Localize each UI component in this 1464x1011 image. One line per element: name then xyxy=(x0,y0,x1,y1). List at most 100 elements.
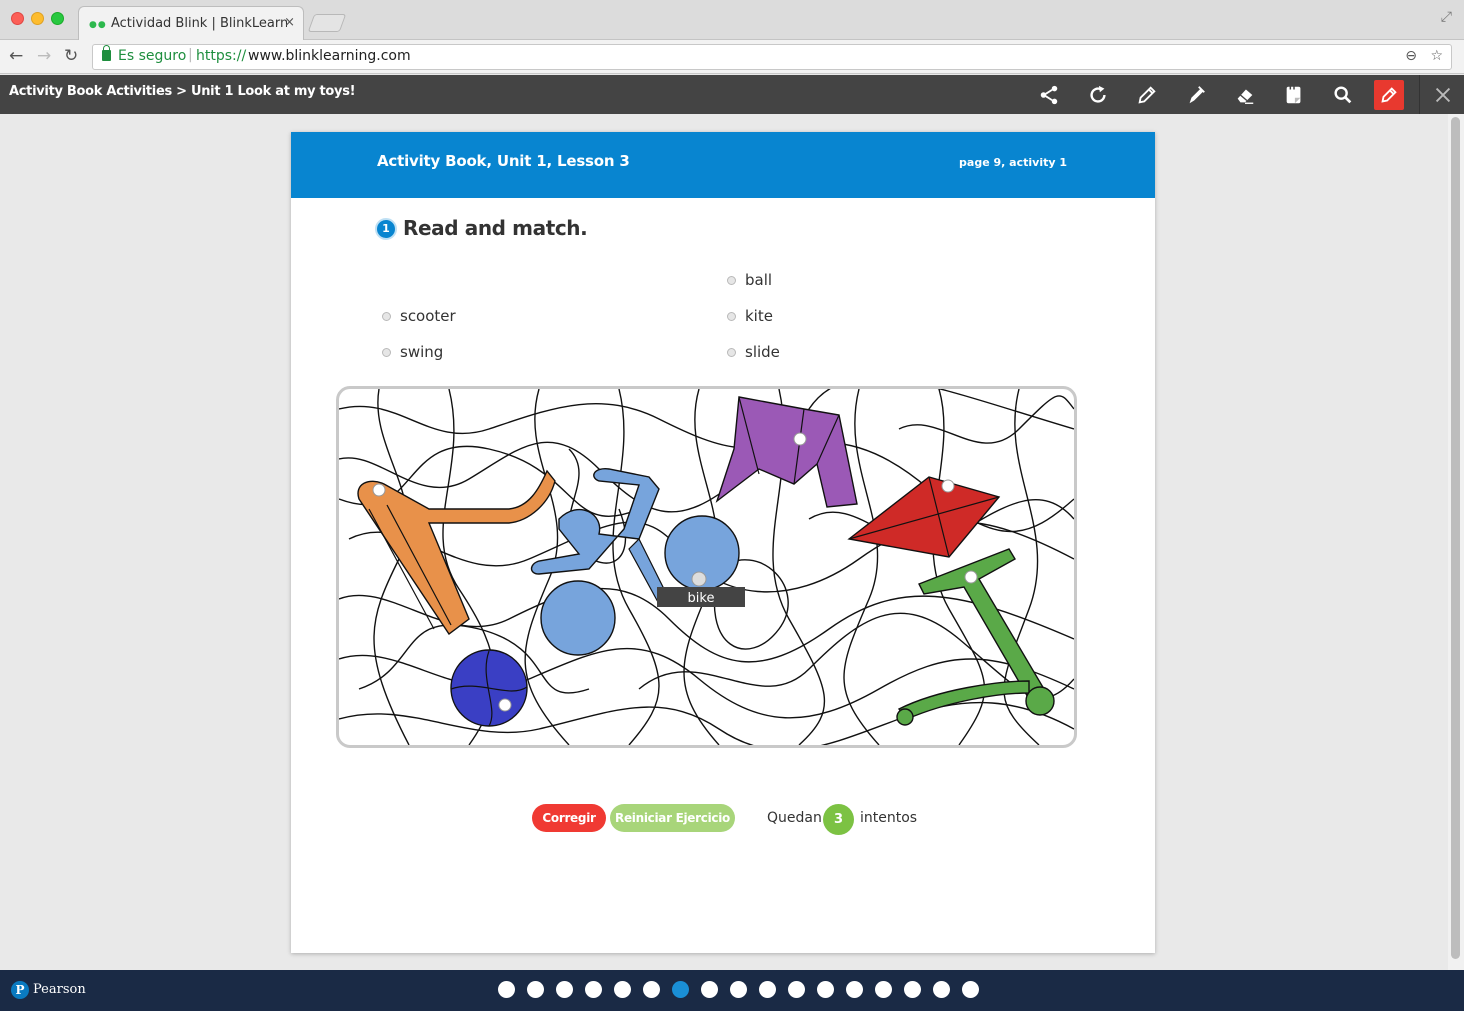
minimize-window-button[interactable] xyxy=(31,12,44,25)
search-icon xyxy=(1334,86,1352,104)
pager-dot[interactable] xyxy=(556,981,573,998)
share-button[interactable] xyxy=(1033,79,1065,111)
page-reference: page 9, activity 1 xyxy=(959,156,1067,169)
pearson-brand: Pearson xyxy=(33,982,86,997)
pencil-button[interactable] xyxy=(1131,79,1163,111)
reload-icon[interactable]: ↻ xyxy=(64,46,78,66)
marker-button[interactable] xyxy=(1180,79,1212,111)
url-host: www.blinklearning.com xyxy=(248,48,411,64)
word-ball[interactable]: ball xyxy=(727,271,772,289)
refresh-icon xyxy=(1090,85,1106,103)
page-pager xyxy=(498,981,979,998)
toolbar-divider xyxy=(1419,75,1420,114)
word-kite[interactable]: kite xyxy=(727,307,773,325)
maximize-window-button[interactable] xyxy=(51,12,64,25)
close-window-button[interactable] xyxy=(11,12,24,25)
hidden-toys-picture: bike xyxy=(336,386,1077,748)
bike-dot[interactable] xyxy=(691,571,707,587)
notes-button[interactable] xyxy=(1278,79,1310,111)
match-dot[interactable] xyxy=(382,347,391,357)
match-dot[interactable] xyxy=(727,275,736,285)
kite-shape[interactable] xyxy=(847,476,1001,558)
forward-arrow-icon[interactable]: → xyxy=(37,46,51,66)
pager-dot[interactable] xyxy=(933,981,950,998)
ball-dot[interactable] xyxy=(498,698,512,712)
picture-canvas: bike xyxy=(339,389,1074,745)
slide-shape[interactable] xyxy=(357,469,556,636)
word-scooter[interactable]: scooter xyxy=(382,307,456,325)
eraser-icon xyxy=(1237,89,1254,104)
tries-prefix: Quedan xyxy=(767,810,822,826)
pager-dot[interactable] xyxy=(788,981,805,998)
tries-suffix: intentos xyxy=(860,810,918,826)
pager-dot[interactable] xyxy=(643,981,660,998)
bookmark-star-icon[interactable]: ☆ xyxy=(1430,48,1443,64)
pager-dot[interactable] xyxy=(498,981,515,998)
scrollbar-thumb[interactable] xyxy=(1451,117,1460,959)
word-label: slide xyxy=(745,343,780,361)
word-slide[interactable]: slide xyxy=(727,343,780,361)
close-activity-button[interactable] xyxy=(1427,79,1459,111)
match-dot[interactable] xyxy=(382,311,391,321)
url-scheme: https:// xyxy=(196,48,247,64)
browser-addressbar: ← → ↻ Es seguro | https:// www.blinklear… xyxy=(0,40,1464,74)
pager-dot[interactable] xyxy=(585,981,602,998)
correct-button[interactable]: Corregir xyxy=(532,804,606,832)
word-label: ball xyxy=(745,271,773,289)
ball-shape[interactable] xyxy=(450,649,528,727)
sticky-note-icon xyxy=(1286,85,1301,104)
back-arrow-icon[interactable]: ← xyxy=(9,46,23,66)
footer-bar: P Pearson xyxy=(0,970,1464,1011)
url-separator: | xyxy=(188,47,193,63)
pager-dot[interactable] xyxy=(759,981,776,998)
pager-dot[interactable] xyxy=(701,981,718,998)
activity-number-badge: 1 xyxy=(375,218,397,240)
activity-controls: Corregir Reiniciar Ejercicio Quedan 3 in… xyxy=(291,804,1155,835)
swing-shape[interactable] xyxy=(715,396,858,508)
breadcrumb: Activity Book Activities > Unit 1 Look a… xyxy=(9,84,356,99)
pager-dot[interactable] xyxy=(730,981,747,998)
word-label: kite xyxy=(745,307,773,325)
app-toolbar: Activity Book Activities > Unit 1 Look a… xyxy=(0,75,1464,114)
zoom-icon[interactable]: ⊖ xyxy=(1405,48,1417,64)
word-swing[interactable]: swing xyxy=(382,343,443,361)
match-dot[interactable] xyxy=(727,347,736,357)
slide-dot[interactable] xyxy=(372,483,386,497)
pager-dot[interactable] xyxy=(962,981,979,998)
bike-shape[interactable] xyxy=(530,468,740,656)
pager-dot[interactable] xyxy=(672,981,689,998)
swing-dot[interactable] xyxy=(793,432,807,446)
search-button[interactable] xyxy=(1327,79,1359,111)
bike-matched-label: bike xyxy=(688,591,715,606)
word-label: swing xyxy=(400,343,444,361)
fullscreen-icon[interactable]: ⤢ xyxy=(1441,9,1452,25)
edit-mode-button[interactable] xyxy=(1374,80,1404,110)
secure-label: Es seguro xyxy=(118,48,187,64)
new-tab-button[interactable] xyxy=(307,14,347,32)
refresh-button[interactable] xyxy=(1082,79,1114,111)
activity-instruction: Read and match. xyxy=(403,216,588,240)
eraser-button[interactable] xyxy=(1229,79,1261,111)
url-input[interactable]: Es seguro | https:// www.blinklearning.c… xyxy=(92,44,1452,70)
marker-icon xyxy=(1189,86,1205,104)
match-dot[interactable] xyxy=(727,311,736,321)
scooter-shape[interactable] xyxy=(896,548,1055,726)
reset-exercise-button[interactable]: Reiniciar Ejercicio xyxy=(610,804,735,832)
browser-titlebar: ●● Actividad Blink | BlinkLearning × ⤢ xyxy=(0,0,1464,40)
word-label: scooter xyxy=(400,307,456,325)
scooter-dot[interactable] xyxy=(964,570,978,584)
pager-dot[interactable] xyxy=(614,981,631,998)
pager-dot[interactable] xyxy=(904,981,921,998)
tab-title: Actividad Blink | BlinkLearning xyxy=(111,16,287,31)
tab-close-icon[interactable]: × xyxy=(284,15,295,30)
favicon-icon: ●● xyxy=(89,20,107,30)
pager-dot[interactable] xyxy=(875,981,892,998)
browser-tab[interactable]: ●● Actividad Blink | BlinkLearning × xyxy=(78,6,304,40)
pager-dot[interactable] xyxy=(527,981,544,998)
activity-page: Activity Book, Unit 1, Lesson 3 page 9, … xyxy=(291,132,1155,953)
lesson-title: Activity Book, Unit 1, Lesson 3 xyxy=(377,152,630,170)
pager-dot[interactable] xyxy=(846,981,863,998)
pearson-logo-icon: P xyxy=(11,981,29,999)
kite-dot[interactable] xyxy=(941,479,955,493)
pager-dot[interactable] xyxy=(817,981,834,998)
